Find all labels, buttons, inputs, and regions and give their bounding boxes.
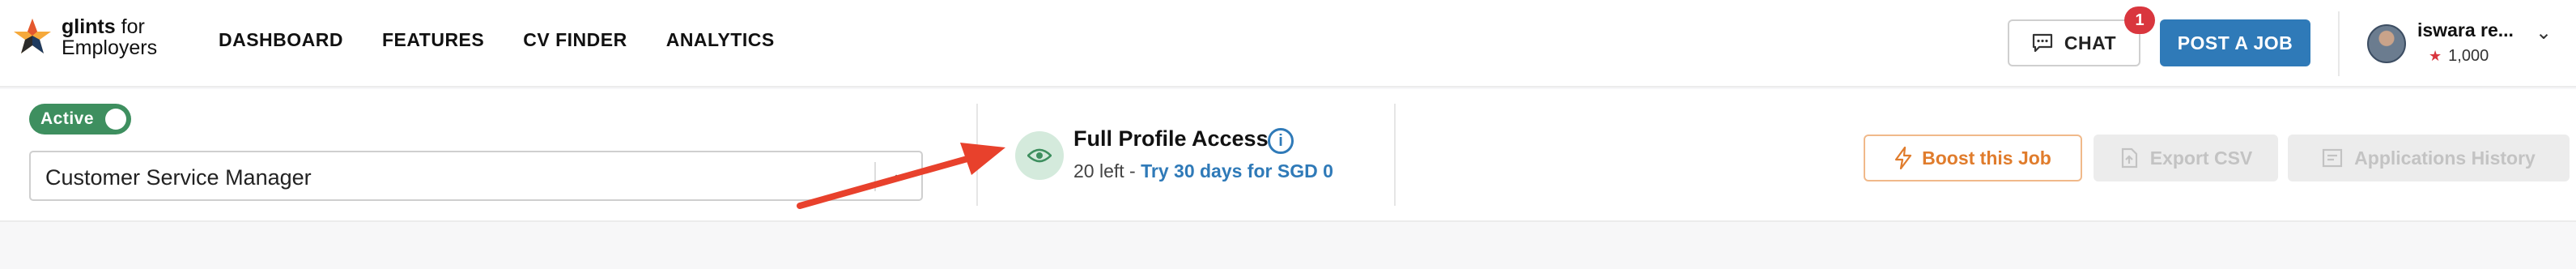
section-divider [1394,104,1396,206]
export-label: Export CSV [2149,147,2253,169]
trial-link[interactable]: Try 30 days for SGD 0 [1141,160,1333,181]
nav-features[interactable]: FEATURES [382,29,484,51]
boost-job-button[interactable]: Boost this Job [1864,134,2082,181]
credits-display: ★ 1,000 [2429,47,2489,66]
avatar[interactable] [2367,24,2406,63]
annotation-arrow [797,143,1005,209]
chat-notification-badge: 1 [2124,6,2155,34]
brand-name-rest: for [115,15,145,38]
boost-label: Boost this Job [1922,147,2051,169]
eye-icon [1015,131,1064,180]
info-icon[interactable]: i [1268,128,1294,154]
star-icon: ★ [2429,48,2442,64]
chat-label: CHAT [2064,32,2117,53]
chevron-down-icon[interactable]: ⌄ [2536,21,2552,45]
post-job-button[interactable]: POST A JOB [2160,19,2310,66]
full-profile-access-title: Full Profile Access [1073,126,1269,151]
job-toolbar: Active Customer Service Manager ⌄ Full P… [0,89,2576,222]
toggle-knob [105,109,126,130]
full-profile-access-subtitle: 20 left - Try 30 days for SGD 0 [1073,160,1333,182]
nav-dashboard[interactable]: DASHBOARD [219,29,343,51]
job-status-label: Active [40,109,95,128]
glints-star-logo-icon [14,19,51,53]
top-navbar: glints for Employers DASHBOARD FEATURES … [0,0,2576,88]
nav-cv-finder[interactable]: CV FINDER [523,29,627,51]
applications-history-button[interactable]: Applications History [2288,134,2570,181]
history-icon [2323,148,2343,168]
brand-wordmark: glints for Employers [62,16,157,58]
remaining-count: 20 left [1073,160,1124,181]
history-label: Applications History [2354,147,2536,169]
credits-value: 1,000 [2448,47,2489,65]
main-nav: DASHBOARD FEATURES CV FINDER ANALYTICS [219,29,775,51]
chat-icon [2032,33,2053,53]
job-select[interactable]: Customer Service Manager ⌄ [29,151,923,201]
brand-line2: Employers [62,36,158,59]
job-status-toggle[interactable]: Active [29,104,131,134]
export-icon [2121,147,2137,169]
job-select-value: Customer Service Manager [45,165,312,190]
brand-logo[interactable]: glints for Employers [11,16,157,58]
user-name[interactable]: iswara re... [2417,19,2514,41]
nav-analytics[interactable]: ANALYTICS [666,29,775,51]
header-divider [2338,11,2340,76]
subtitle-separator: - [1124,160,1141,181]
chat-button[interactable]: CHAT [2008,19,2140,66]
export-csv-button[interactable]: Export CSV [2094,134,2278,181]
lightning-icon [1895,147,1912,169]
brand-name-bold: glints [62,15,116,38]
